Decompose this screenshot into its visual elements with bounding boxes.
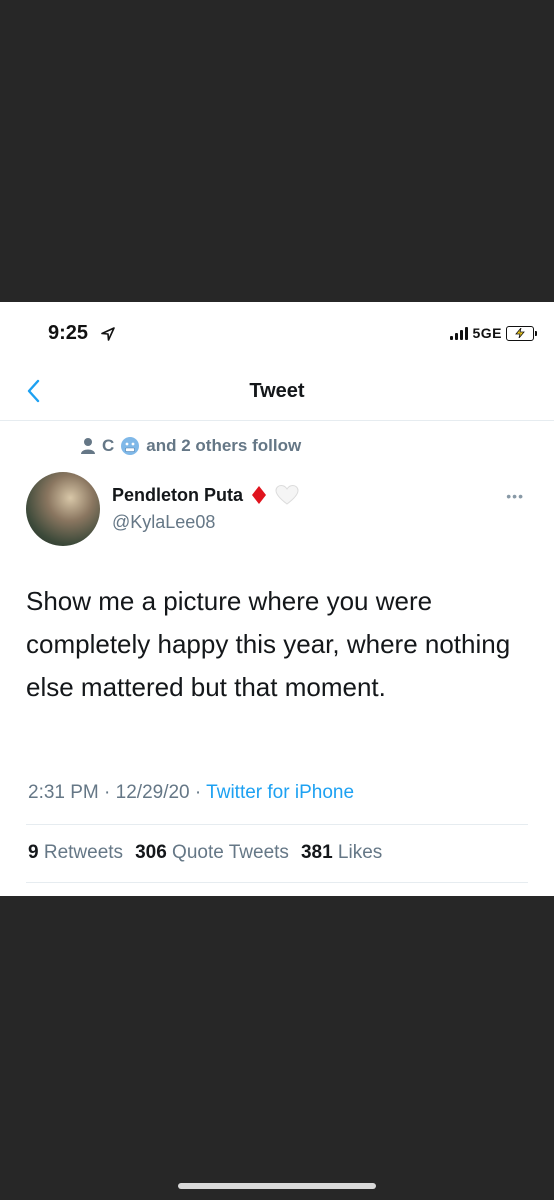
meta-separator: ·	[104, 782, 116, 803]
location-arrow-icon	[101, 327, 115, 341]
tweet-text: Show me a picture where you were complet…	[26, 586, 511, 702]
author-name[interactable]: Pendleton Puta	[112, 485, 243, 506]
likes-label: Likes	[337, 842, 383, 863]
red-diamond-icon	[252, 486, 267, 504]
tweet-source[interactable]: Twitter for iPhone	[206, 782, 354, 803]
white-heart-icon	[275, 484, 299, 505]
status-indicators: 5GE	[450, 325, 537, 341]
likes-stat[interactable]: 381 Likes	[301, 842, 382, 864]
battery-charging-icon	[506, 325, 537, 341]
follower-initial: C	[102, 436, 115, 455]
nav-bar: Tweet	[0, 364, 554, 421]
likes-count: 381	[300, 842, 333, 863]
tweet-screenshot-card: 9:25 5GE Tweet C and 2 others follow Pen…	[0, 302, 554, 896]
retweets-stat[interactable]: 9 Retweets	[28, 842, 123, 864]
page-title: Tweet	[249, 380, 305, 402]
status-bar: 9:25 5GE	[0, 322, 554, 352]
tweet-stats: 9 Retweets 306 Quote Tweets 381 Likes	[28, 842, 382, 864]
status-time: 9:25	[48, 322, 89, 344]
tweet-meta: 2:31 PM · 12/29/20 · Twitter for iPhone	[28, 782, 354, 804]
author-name-row: Pendleton Puta	[112, 484, 299, 506]
cold-face-emoji-icon	[121, 437, 140, 455]
divider	[26, 882, 528, 883]
network-type: 5GE	[472, 325, 502, 341]
person-icon	[81, 438, 95, 454]
social-context-text: and 2 others follow	[146, 436, 302, 455]
meta-separator: ·	[194, 782, 207, 803]
retweets-label: Retweets	[43, 842, 124, 863]
tweet-time: 2:31 PM	[28, 782, 99, 803]
more-icon[interactable]: •••	[506, 488, 524, 504]
retweets-count: 9	[28, 842, 39, 863]
avatar[interactable]	[26, 472, 100, 546]
author-handle[interactable]: @KylaLee08	[112, 512, 215, 533]
social-context[interactable]: C and 2 others follow	[80, 436, 301, 456]
home-indicator[interactable]	[178, 1183, 376, 1189]
quotes-count: 306	[135, 842, 167, 863]
divider	[26, 824, 528, 825]
signal-icon	[450, 326, 469, 340]
tweet-date: 12/29/20	[115, 782, 190, 803]
quotes-stat[interactable]: 306 Quote Tweets	[135, 842, 289, 864]
quotes-label: Quote Tweets	[172, 842, 289, 863]
